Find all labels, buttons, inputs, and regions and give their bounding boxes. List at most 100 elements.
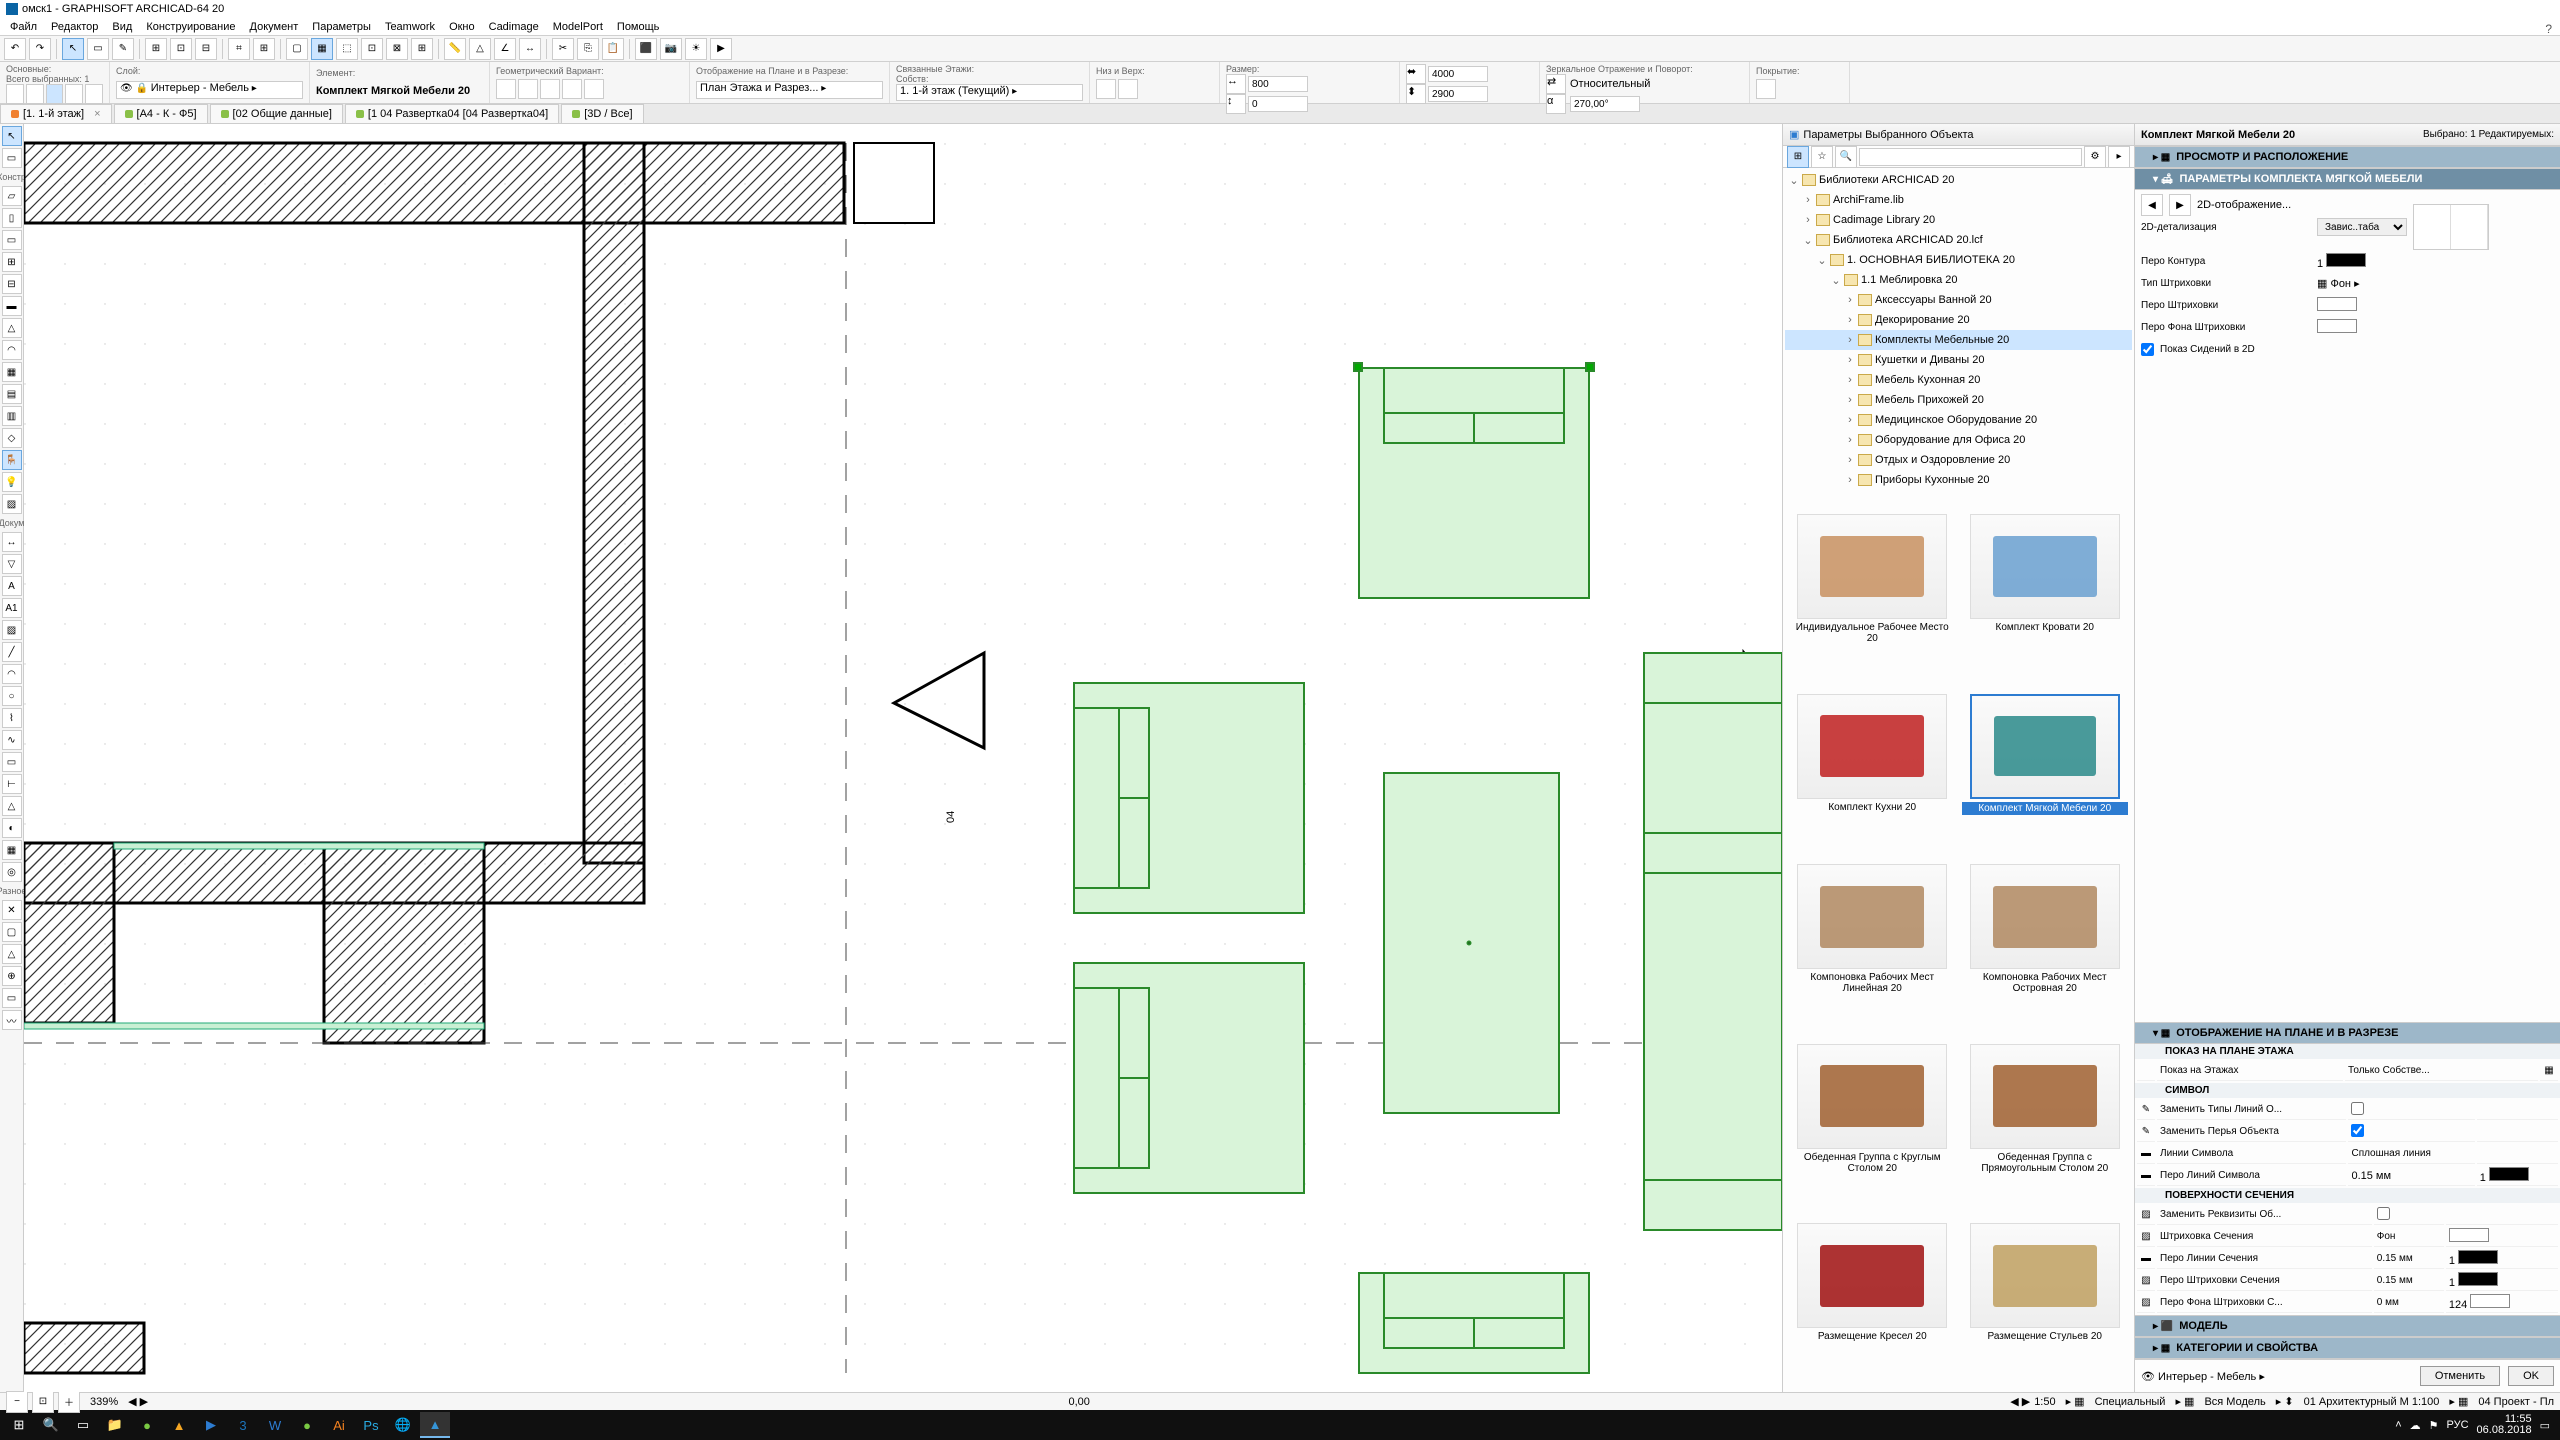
tree-item[interactable]: ⌄1.1 Меблировка 20 xyxy=(1785,270,2132,290)
tray-notif-icon[interactable]: ▭ xyxy=(2540,1419,2550,1432)
menu-options[interactable]: Параметры xyxy=(306,20,377,34)
thumb-item[interactable]: Комплект Кухни 20 xyxy=(1789,694,1956,859)
cover-icon[interactable] xyxy=(1756,79,1776,99)
polyline-tool[interactable]: ⌇ xyxy=(2,708,22,728)
tree-item[interactable]: ›Аксессуары Ванной 20 xyxy=(1785,290,2132,310)
wmp-button[interactable]: ▶ xyxy=(196,1412,226,1438)
section-model[interactable]: ▸ ⬛ МОДЕЛЬ xyxy=(2135,1315,2560,1337)
fill-tool[interactable]: ▨ xyxy=(2,620,22,640)
floor-icon[interactable] xyxy=(85,84,103,104)
sun-button[interactable]: ☀ xyxy=(685,38,707,60)
help-icon[interactable]: ? xyxy=(2545,22,2552,36)
menu-view[interactable]: Вид xyxy=(106,20,138,34)
system-tray[interactable]: ˄ ☁ ⚑ РУС 11:55 06.08.2018 ▭ xyxy=(2395,1414,2556,1436)
dim-tool[interactable]: ↔ xyxy=(2,532,22,552)
camera-button[interactable]: 📷 xyxy=(660,38,682,60)
arrow-icon[interactable] xyxy=(6,84,24,104)
thumb-item[interactable]: Обеденная Группа с Прямоугольным Столом … xyxy=(1962,1044,2129,1218)
menu-teamwork[interactable]: Teamwork xyxy=(379,20,441,34)
tree-item[interactable]: ›Комплекты Мебельные 20 xyxy=(1785,330,2132,350)
view3d-button[interactable]: ⬛ xyxy=(635,38,657,60)
tree-item[interactable]: ›Медицинское Оборудование 20 xyxy=(1785,410,2132,430)
window-tool[interactable]: ⊞ xyxy=(2,252,22,272)
tree-item[interactable]: ›Оборудование для Офиса 20 xyxy=(1785,430,2132,450)
geo-opt4[interactable] xyxy=(562,79,582,99)
thumb-item[interactable]: Обеденная Группа с Круглым Столом 20 xyxy=(1789,1044,1956,1218)
layer-dropdown[interactable]: 👁 🔒 Интерьер - Мебель ▸ xyxy=(116,81,303,99)
menu-window[interactable]: Окно xyxy=(443,20,481,34)
close-icon[interactable]: × xyxy=(94,108,100,120)
lib-search-button[interactable]: 🔍 xyxy=(1835,146,1857,168)
t6-button[interactable]: ⊞ xyxy=(411,38,433,60)
tree-item[interactable]: ⌄Библиотека ARCHICAD 20.lcf xyxy=(1785,230,2132,250)
chair-icon[interactable] xyxy=(46,84,64,104)
thumb-item[interactable]: Комплект Мягкой Мебели 20 xyxy=(1962,694,2129,859)
start-button[interactable]: ⊞ xyxy=(4,1412,34,1438)
zoom-in[interactable]: ＋ xyxy=(58,1391,80,1413)
ie-tool[interactable]: ◐ xyxy=(2,818,22,838)
proj-value[interactable]: 04 Проект - Пл xyxy=(2478,1396,2554,1408)
ok-button[interactable]: OK xyxy=(2508,1366,2554,1386)
line-tool[interactable]: ╱ xyxy=(2,642,22,662)
angle-button[interactable]: ∠ xyxy=(494,38,516,60)
arrow-tool[interactable]: ↖ xyxy=(2,126,22,146)
model-value[interactable]: Вся Модель xyxy=(2204,1396,2265,1408)
cancel-button[interactable]: Отменить xyxy=(2420,1366,2500,1386)
copy-button[interactable]: ⎘ xyxy=(577,38,599,60)
label-tool[interactable]: A1 xyxy=(2,598,22,618)
app1-button[interactable]: ● xyxy=(132,1412,162,1438)
circle-tool[interactable]: ○ xyxy=(2,686,22,706)
nav-next[interactable]: ▶ xyxy=(2169,194,2191,216)
anchor-icon[interactable] xyxy=(1118,79,1138,99)
section-preview[interactable]: ▸ ▦ ПРОСМОТР И РАСПОЛОЖЕНИЕ xyxy=(2135,146,2560,168)
cut-button[interactable]: ✂ xyxy=(552,38,574,60)
t5-button[interactable]: ⊠ xyxy=(386,38,408,60)
menu-file[interactable]: Файл xyxy=(4,20,43,34)
tab-3d[interactable]: [3D / Все] xyxy=(561,104,643,123)
menu-modelport[interactable]: ModelPort xyxy=(547,20,609,34)
dims-icon[interactable] xyxy=(65,84,83,104)
tree-item[interactable]: ›Мебель Прихожей 20 xyxy=(1785,390,2132,410)
marquee-tool[interactable]: ▭ xyxy=(2,148,22,168)
element-name[interactable]: Комплект Мягкой Мебели 20 xyxy=(316,85,483,97)
explorer-button[interactable]: 📁 xyxy=(100,1412,130,1438)
render-button[interactable]: ▶ xyxy=(710,38,732,60)
tray-flag-icon[interactable]: ⚑ xyxy=(2429,1419,2439,1432)
section-plan-display[interactable]: ▾ ▦ ОТОБРАЖЕНИЕ НА ПЛАНЕ И В РАЗРЕЗЕ xyxy=(2135,1022,2560,1044)
app3-button[interactable]: 3 xyxy=(228,1412,258,1438)
thumb-item[interactable]: Размещение Кресел 20 xyxy=(1789,1223,1956,1386)
column-tool[interactable]: ▯ xyxy=(2,208,22,228)
lib-next-button[interactable]: ▸ xyxy=(2108,146,2130,168)
footer-layer-dd[interactable]: Интерьер - Мебель ▸ xyxy=(2158,1371,2265,1383)
library-tree[interactable]: ⌄Библиотеки ARCHICAD 20›ArchiFrame.lib›C… xyxy=(1783,168,2134,508)
size2-w-input[interactable] xyxy=(1428,66,1488,82)
spline-tool[interactable]: ∿ xyxy=(2,730,22,750)
thumb-item[interactable]: Комплект Кровати 20 xyxy=(1962,514,2129,688)
tree-item[interactable]: ›Отдых и Оздоровление 20 xyxy=(1785,450,2132,470)
archicad-button[interactable]: ▲ xyxy=(420,1412,450,1438)
thumb-item[interactable]: Компоновка Рабочих Мест Островная 20 xyxy=(1962,864,2129,1038)
spline2-tool[interactable]: 〰 xyxy=(2,1010,22,1030)
tab-floor1[interactable]: [1. 1-й этаж]× xyxy=(0,104,112,123)
shell-tool[interactable]: ◠ xyxy=(2,340,22,360)
drawing-tool[interactable]: ▭ xyxy=(2,752,22,772)
zoom-out[interactable]: − xyxy=(6,1391,28,1413)
figure-tool[interactable]: ▢ xyxy=(2,922,22,942)
drawing-canvas[interactable]: 04 xyxy=(24,124,1782,1392)
sym-lines-val[interactable]: Сплошная линия xyxy=(2348,1144,2474,1164)
paste-button[interactable]: 📋 xyxy=(602,38,624,60)
tree-item[interactable]: ›ArchiFrame.lib xyxy=(1785,190,2132,210)
grid-elem-tool[interactable]: ⊕ xyxy=(2,966,22,986)
mirror-icon[interactable]: ⇄ xyxy=(1546,74,1566,94)
lib-tree-button[interactable]: ⊞ xyxy=(1787,146,1809,168)
marquee-button[interactable]: ▭ xyxy=(87,38,109,60)
section-categories[interactable]: ▸ ▦ КАТЕГОРИИ И СВОЙСТВА xyxy=(2135,1337,2560,1359)
curtain-tool[interactable]: ▥ xyxy=(2,406,22,426)
menu-design[interactable]: Конструирование xyxy=(140,20,241,34)
thumb-item[interactable]: Индивидуальное Рабочее Место 20 xyxy=(1789,514,1956,688)
worksheet-tool[interactable]: ▦ xyxy=(2,840,22,860)
snap-button-3[interactable]: ⊟ xyxy=(195,38,217,60)
redo-button[interactable]: ↷ xyxy=(29,38,51,60)
app2-button[interactable]: ▲ xyxy=(164,1412,194,1438)
surf-rep-check[interactable] xyxy=(2377,1207,2390,1220)
